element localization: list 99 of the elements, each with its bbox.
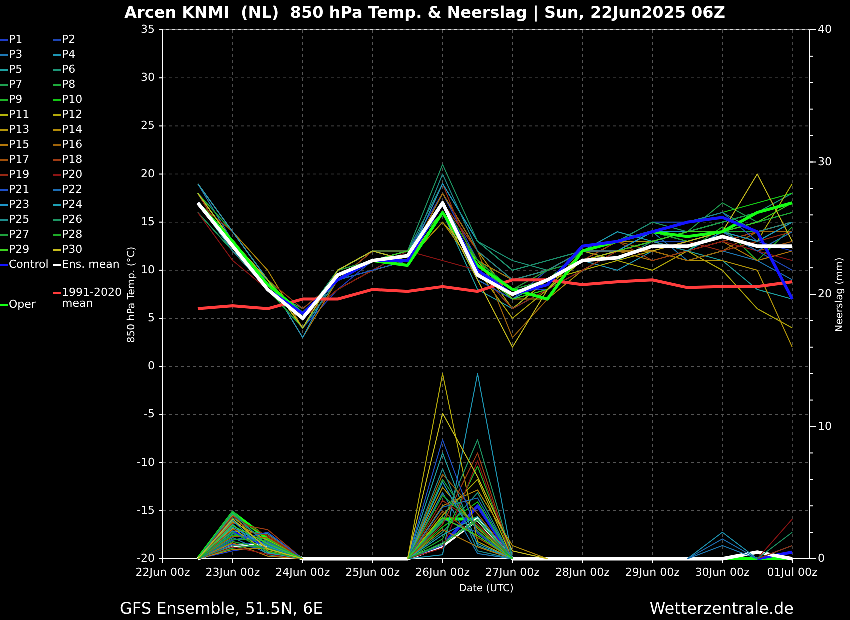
legend-label: P1: [9, 33, 23, 46]
legend-label: P6: [62, 63, 76, 76]
axis-title: 850 hPa Temp. (°C): [126, 246, 138, 344]
tick-label: 30Jun 00z: [695, 566, 750, 580]
legend-label: P16: [62, 138, 83, 152]
legend-item: P2: [53, 33, 76, 46]
tick-label: -20: [137, 552, 155, 566]
tick-label: -15: [137, 504, 155, 517]
legend-label: P27: [9, 228, 30, 242]
legend-item: P22: [53, 183, 83, 196]
legend-item: P27: [0, 228, 30, 242]
axis-title: Neerslag (mm): [834, 258, 846, 332]
legend-item: P12: [53, 108, 83, 122]
tick-label: 5: [148, 312, 155, 325]
legend-item: P7: [0, 78, 23, 92]
tick-label: -5: [144, 408, 155, 421]
legend-label: P21: [9, 183, 30, 196]
source-label: GFS Ensemble, 51.5N, 6E: [120, 598, 324, 618]
legend-item: P19: [0, 168, 30, 182]
legend-item: P28: [53, 228, 83, 242]
legend-label: P18: [62, 153, 83, 166]
legend-item: P18: [53, 153, 83, 166]
tick-label: 30: [141, 71, 155, 84]
legend-label: P12: [62, 108, 83, 122]
legend-label: P14: [62, 123, 83, 136]
legend-label: P9: [9, 93, 23, 106]
legend-item: P25: [0, 213, 30, 226]
legend-item: P16: [53, 138, 83, 152]
legend-label: P23: [9, 198, 30, 212]
legend-label: P22: [62, 183, 83, 196]
legend-label: P2: [62, 33, 76, 46]
legend-label: P20: [62, 168, 83, 182]
legend-label: Control: [9, 258, 49, 272]
legend-label: P4: [62, 48, 76, 62]
legend-label: P11: [9, 108, 30, 122]
legend-label: P15: [9, 138, 30, 152]
site-name: Wetterzentrale.de: [650, 598, 794, 618]
legend-item: Oper: [0, 298, 36, 312]
legend-item: 1991-2020 mean: [53, 286, 122, 310]
tick-label: 24Jun 00z: [276, 566, 330, 580]
legend-item: P30: [53, 243, 83, 256]
tick-label: 25: [141, 119, 155, 132]
tick-label: 0: [818, 552, 825, 566]
legend-label: P19: [9, 168, 30, 182]
legend-item: P10: [53, 93, 83, 106]
legend-label: P30: [62, 243, 83, 256]
legend-item: P4: [53, 48, 76, 62]
legend-item: P14: [53, 123, 83, 136]
legend-label: P10: [62, 93, 83, 106]
legend-item: P3: [0, 48, 23, 62]
legend-label: P7: [9, 78, 23, 92]
legend-item: Control: [0, 258, 49, 272]
tick-label: 10: [818, 420, 832, 433]
legend-item: P26: [53, 213, 83, 226]
tick-label: 28Jun 00z: [555, 566, 610, 580]
chart-title: Arcen KNMI (NL) 850 hPa Temp. & Neerslag | Sun, 22Jun2025 06Z: [124, 2, 726, 22]
legend-label: P29: [9, 243, 30, 256]
legend-item: P23: [0, 198, 30, 212]
legend-label: P17: [9, 153, 30, 166]
legend-item: P20: [53, 168, 83, 182]
tick-label: 01Jul 00z: [767, 566, 818, 580]
legend-label: P28: [62, 228, 83, 242]
legend-item: P29: [0, 243, 30, 256]
legend-label: P3: [9, 48, 23, 62]
tick-label: -10: [137, 456, 155, 469]
tick-label: 29Jun 00z: [625, 566, 680, 580]
legend-item: P6: [53, 63, 76, 76]
tick-label: 20: [818, 288, 832, 301]
legend-item: P8: [53, 78, 76, 92]
tick-label: 30: [818, 155, 832, 168]
legend-label: P24: [62, 198, 83, 212]
legend-item: P21: [0, 183, 30, 196]
legend-label: P26: [62, 213, 83, 226]
tick-label: 26Jun 00z: [416, 566, 470, 580]
legend-item: P15: [0, 138, 30, 152]
legend-label: Oper: [9, 298, 36, 312]
tick-label: 25Jun 00z: [346, 566, 400, 580]
legend-item: P11: [0, 108, 30, 122]
legend-label: P25: [9, 213, 30, 226]
tick-label: 15: [141, 215, 155, 228]
legend-label: P13: [9, 123, 30, 136]
legend-item: Ens. mean: [53, 258, 120, 272]
legend-label: P5: [9, 63, 23, 76]
tick-label: 20: [141, 167, 155, 180]
legend-item: P13: [0, 123, 30, 136]
legend-item: P5: [0, 63, 23, 76]
tick-label: 0: [148, 360, 155, 373]
tick-label: 10: [141, 263, 155, 276]
tick-label: 27Jun 00z: [486, 566, 540, 580]
tick-label: 23Jun 00z: [206, 566, 260, 580]
legend-label: P8: [62, 78, 76, 92]
tick-label: 35: [141, 24, 155, 36]
axis-title: Date (UTC): [459, 584, 514, 595]
tick-label: 40: [818, 24, 832, 36]
tick-label: 22Jun 00z: [136, 566, 190, 580]
legend-item: P17: [0, 153, 30, 166]
legend-item: P24: [53, 198, 83, 212]
legend-item: P1: [0, 33, 23, 46]
legend-item: P9: [0, 93, 23, 106]
